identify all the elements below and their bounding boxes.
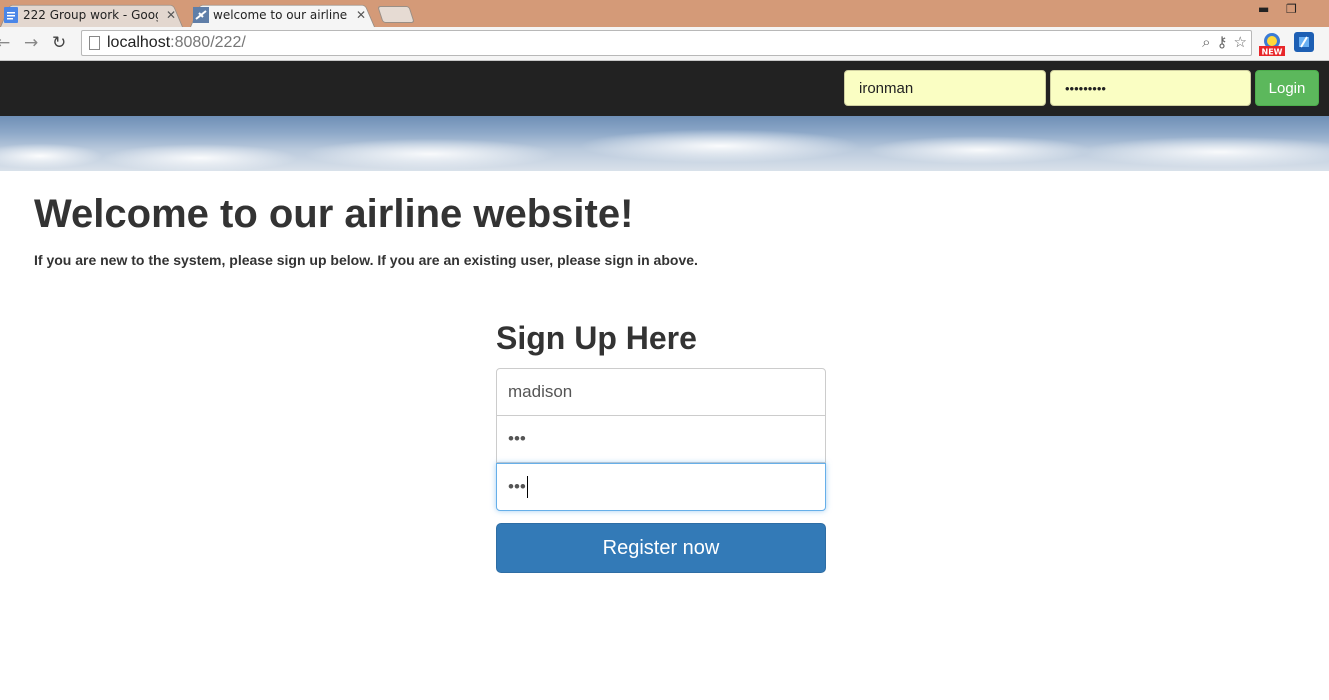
intro-text: If you are new to the system, please sig… <box>34 252 698 268</box>
password-input[interactable]: ••••••••• <box>1050 70 1251 106</box>
bookmark-star-icon[interactable]: ☆ <box>1234 33 1247 51</box>
username-input[interactable]: ironman <box>844 70 1046 106</box>
forward-icon[interactable]: → <box>24 33 38 53</box>
signup-heading: Sign Up Here <box>496 320 697 356</box>
tab-label: welcome to our airline <box>213 7 348 22</box>
url-text: localhost:8080/222/ <box>107 34 246 51</box>
tab-close-icon[interactable]: ✕ <box>166 8 176 22</box>
google-docs-icon <box>3 6 19 23</box>
back-icon[interactable]: ← <box>0 33 10 53</box>
minimize-icon[interactable]: ▬ <box>1258 2 1269 16</box>
tab-close-icon[interactable]: ✕ <box>356 8 366 22</box>
signup-password-field[interactable]: ••• <box>496 415 826 463</box>
text-caret <box>526 476 528 498</box>
register-button[interactable]: Register now <box>496 523 826 573</box>
reload-icon[interactable]: ↻ <box>52 33 66 53</box>
signup-confirm-password-field[interactable]: ••• <box>496 463 826 511</box>
zoom-icon[interactable]: ⌕ <box>1202 33 1210 51</box>
new-tab-button[interactable] <box>377 6 415 23</box>
svg-text:NEW: NEW <box>1262 48 1283 57</box>
restore-icon[interactable]: ❐ <box>1286 2 1297 16</box>
signup-username-field[interactable]: madison <box>496 368 826 416</box>
extension-new-icon[interactable]: NEW <box>1259 31 1285 57</box>
login-button[interactable]: Login <box>1255 70 1319 106</box>
key-icon[interactable]: ⚷ <box>1217 33 1228 51</box>
page-title: Welcome to our airline website! <box>34 192 634 236</box>
airline-favicon <box>193 6 209 23</box>
top-navbar: ironman ••••••••• Login <box>0 61 1329 116</box>
tab-label: 222 Group work - Google D <box>23 7 158 22</box>
tab-group-work[interactable]: 222 Group work - Google D ✕ <box>0 2 183 27</box>
address-bar[interactable]: localhost:8080/222/ ⌕ ⚷ ☆ <box>81 30 1252 56</box>
tab-airline[interactable]: welcome to our airline ✕ <box>190 2 375 27</box>
page-icon <box>89 36 100 50</box>
extension-shield-icon[interactable] <box>1293 31 1317 57</box>
sky-banner-image <box>0 116 1329 171</box>
browser-titlebar: 222 Group work - Google D ✕ welcome to o… <box>0 0 1329 27</box>
browser-toolbar: ← → ↻ localhost:8080/222/ ⌕ ⚷ ☆ NEW <box>0 27 1329 61</box>
